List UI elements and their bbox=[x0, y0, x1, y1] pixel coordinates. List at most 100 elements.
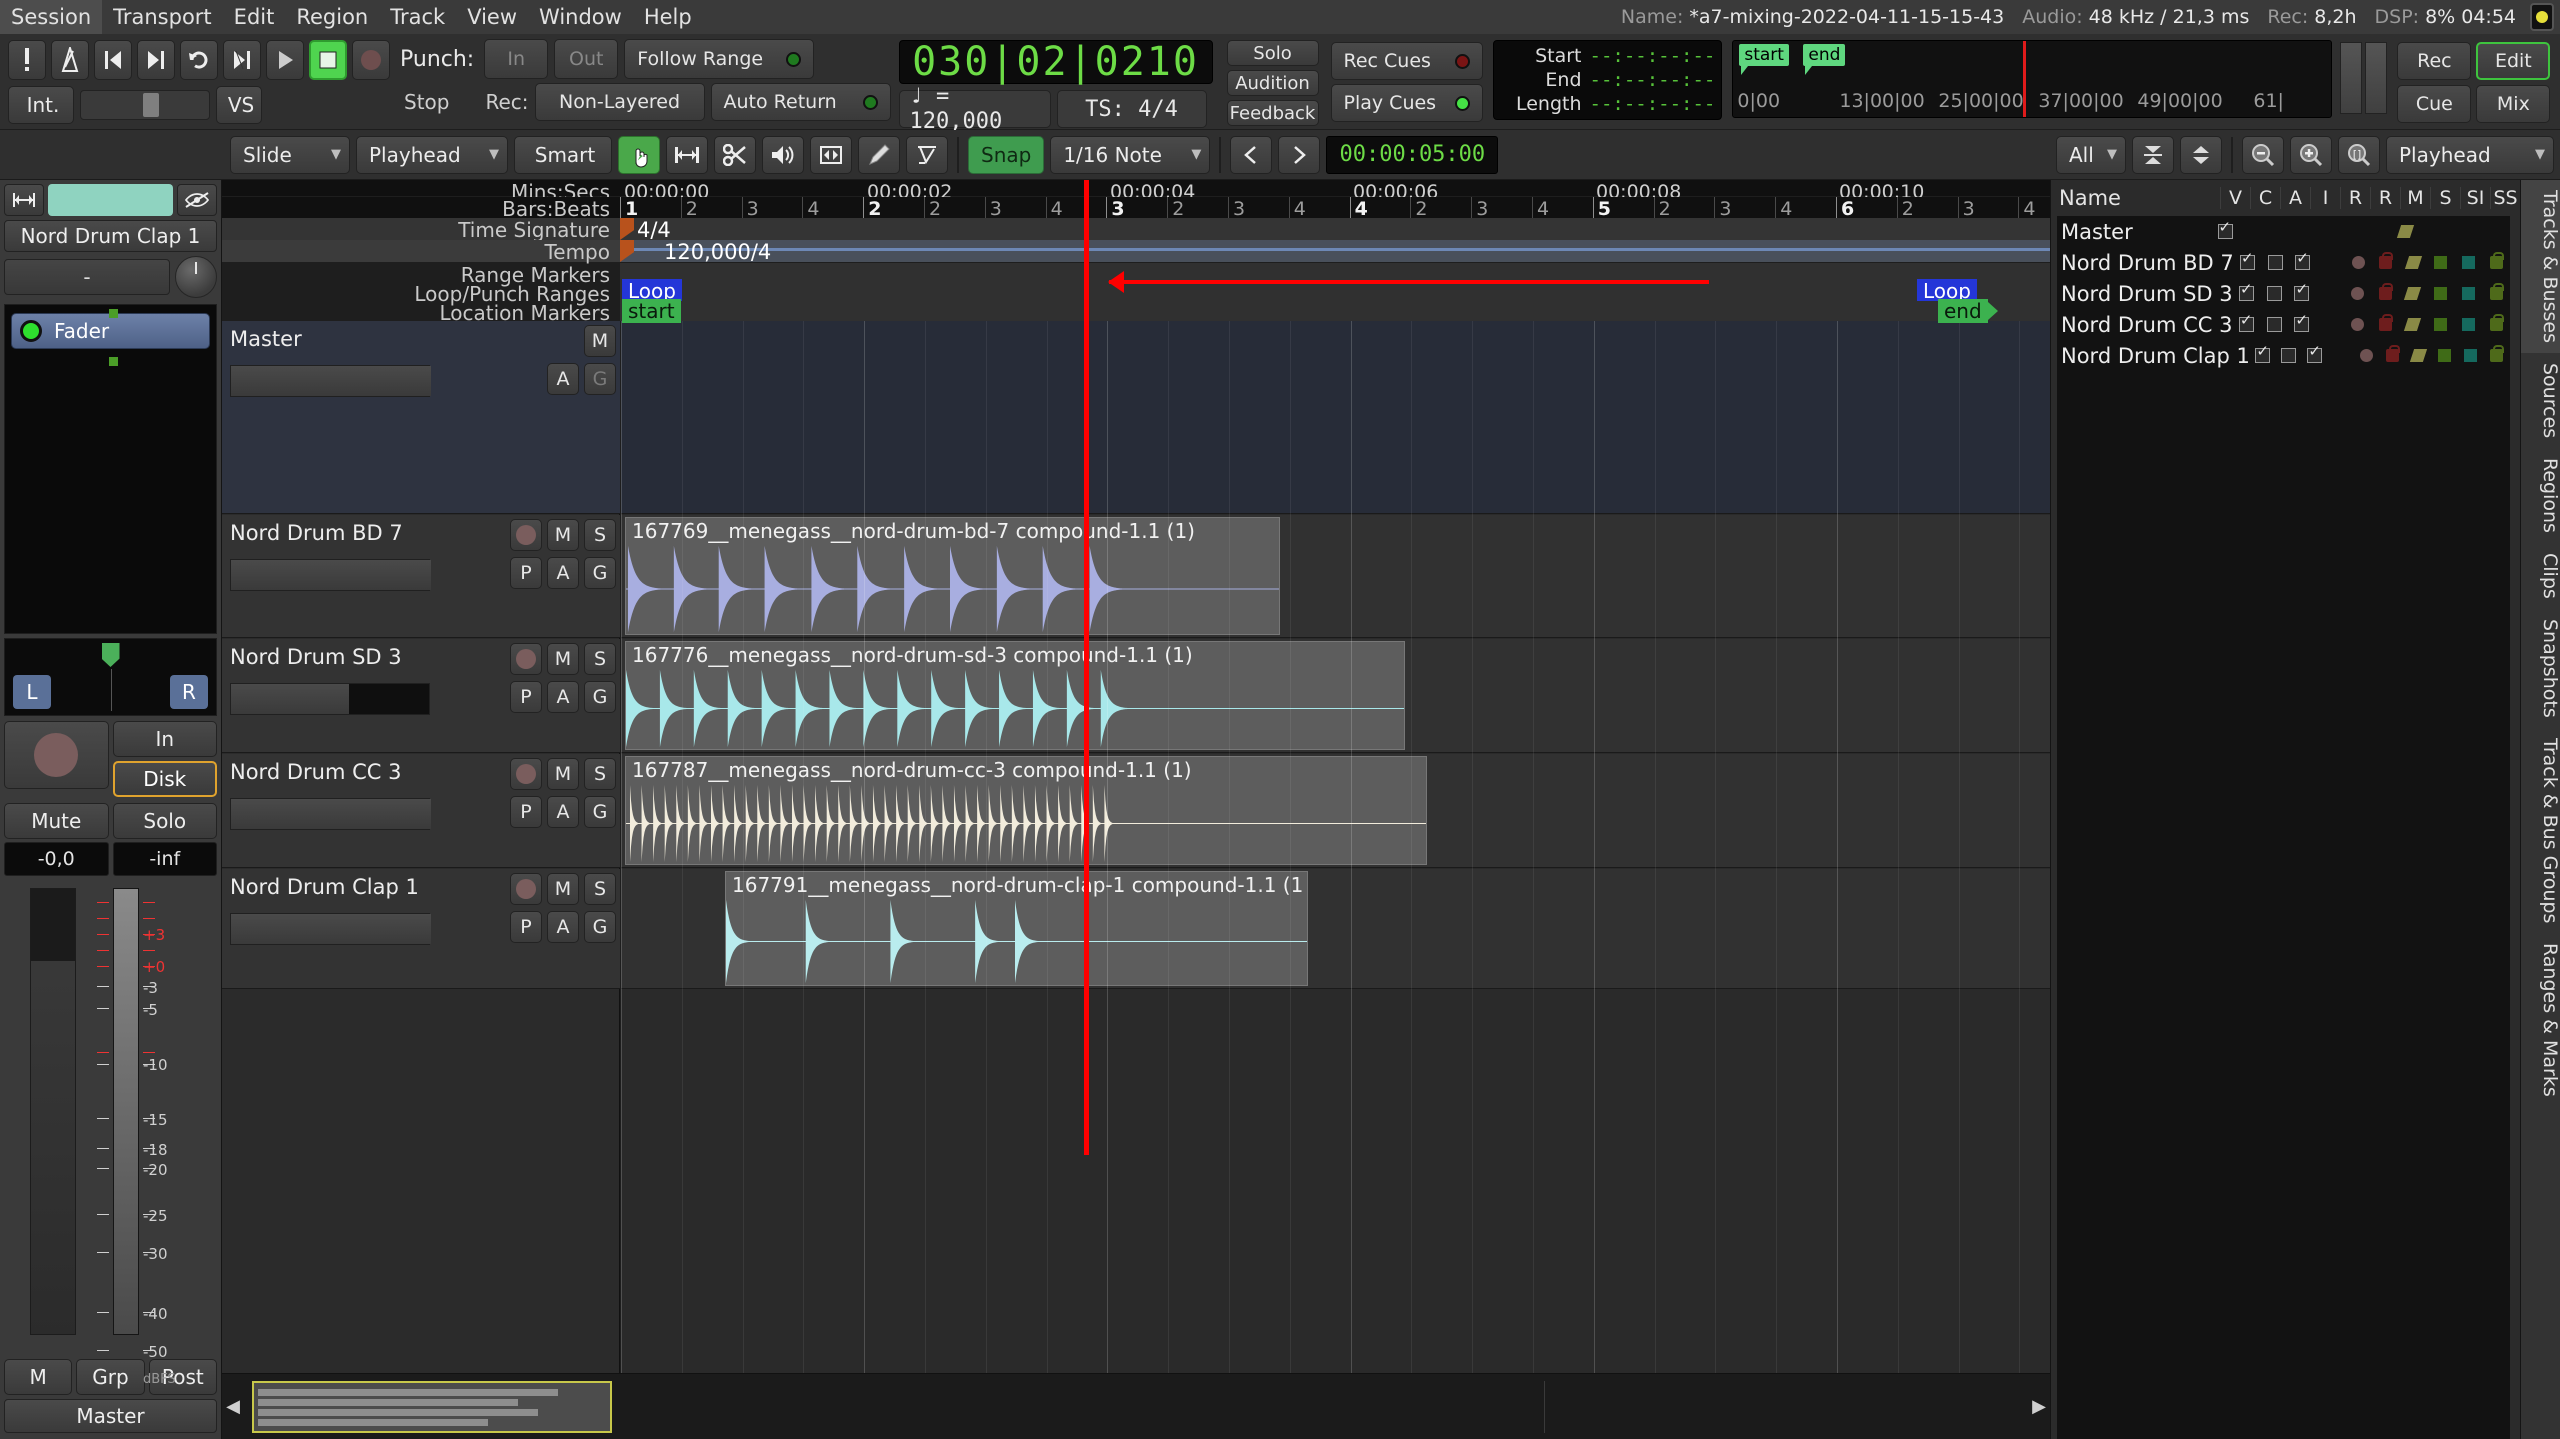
bd7-solo-button[interactable]: S bbox=[584, 519, 616, 551]
track-lane-cc3[interactable]: 167787__menegass__nord-drum-cc-3 compoun… bbox=[621, 754, 2050, 868]
snap-toggle-button[interactable]: Snap bbox=[968, 135, 1045, 174]
list-v-bd7[interactable] bbox=[2234, 249, 2262, 270]
track-color-swatch[interactable] bbox=[48, 184, 173, 216]
strip-group-button[interactable]: Grp bbox=[76, 1359, 145, 1395]
nudge-forward-icon[interactable] bbox=[1278, 135, 1321, 174]
list-si-bd7[interactable] bbox=[2455, 256, 2483, 269]
clap1-group-button[interactable]: G bbox=[584, 911, 616, 943]
list-v-cc3[interactable] bbox=[2232, 311, 2260, 332]
cc3-solo-button[interactable]: S bbox=[584, 758, 616, 790]
nudge-backward-icon[interactable] bbox=[1230, 135, 1273, 174]
track-header-clap1[interactable]: Nord Drum Clap 1 M S P A G bbox=[222, 869, 620, 989]
stretch-tool-icon[interactable] bbox=[810, 135, 852, 174]
strip-mute-button[interactable]: Mute bbox=[4, 803, 109, 839]
zoom-scope-selector[interactable]: All ▼ bbox=[2056, 135, 2126, 174]
region-clap1[interactable]: 167791__menegass__nord-drum-clap-1 compo… bbox=[725, 871, 1308, 986]
list-a-cc3[interactable] bbox=[2288, 311, 2316, 332]
strip-solo-button[interactable]: Solo bbox=[112, 803, 217, 839]
list-c-cc3[interactable] bbox=[2260, 317, 2288, 332]
list-row-name-sd3[interactable]: Nord Drum SD 3 bbox=[2061, 282, 2233, 306]
trim-knob[interactable] bbox=[175, 256, 217, 298]
grab-tool-icon[interactable] bbox=[618, 135, 660, 174]
feedback-indicator-button[interactable]: Feedback bbox=[1226, 100, 1319, 126]
ruler-tempo-track[interactable]: 120,000/4 bbox=[620, 240, 2050, 264]
zoom-focus-selector[interactable]: Playhead ▼ bbox=[2386, 135, 2554, 174]
rec-mode-button[interactable]: Non-Layered bbox=[534, 83, 705, 121]
zoom-to-session-icon[interactable]: [] bbox=[2338, 135, 2380, 174]
zoom-in-icon[interactable] bbox=[2290, 135, 2332, 174]
metronome-icon[interactable] bbox=[51, 40, 89, 80]
mini-marker-start[interactable]: start bbox=[1739, 44, 1789, 75]
follow-range-button[interactable]: Follow Range bbox=[624, 39, 815, 79]
list-s-sd3[interactable] bbox=[2427, 287, 2455, 300]
list-r1-clap1[interactable] bbox=[2354, 349, 2380, 362]
expand-tracks-icon[interactable] bbox=[2180, 135, 2222, 174]
cc3-record-arm-button[interactable] bbox=[510, 758, 542, 790]
list-a-bd7[interactable] bbox=[2289, 249, 2317, 270]
solo-indicator-button[interactable]: Solo bbox=[1226, 40, 1319, 66]
nudge-clock[interactable]: 00:00:05:00 bbox=[1326, 135, 1499, 174]
sd3-playlist-button[interactable]: P bbox=[510, 681, 542, 713]
track-lane-master[interactable] bbox=[621, 321, 2050, 514]
col-r2[interactable]: R bbox=[2370, 187, 2400, 209]
list-m-clap1[interactable] bbox=[2406, 349, 2432, 362]
strip-input-button[interactable]: - bbox=[4, 259, 170, 295]
audition-indicator-button[interactable]: Audition bbox=[1226, 70, 1319, 96]
menu-help[interactable]: Help bbox=[633, 0, 703, 34]
strip-peak-display[interactable]: -inf bbox=[112, 842, 217, 876]
tab-clips[interactable]: Clips bbox=[2521, 543, 2560, 609]
clap1-record-arm-button[interactable] bbox=[510, 873, 542, 905]
list-row-name-clap1[interactable]: Nord Drum Clap 1 bbox=[2061, 344, 2250, 368]
location-marker-end[interactable]: end bbox=[1938, 299, 1998, 323]
playhead-cursor[interactable] bbox=[1084, 180, 1089, 1155]
edit-mode-selector[interactable]: Slide ▼ bbox=[230, 135, 350, 174]
track-header-master[interactable]: Master M A G bbox=[222, 321, 620, 514]
bd7-group-button[interactable]: G bbox=[584, 557, 616, 589]
menu-window[interactable]: Window bbox=[528, 0, 633, 34]
strip-record-arm-button[interactable] bbox=[4, 721, 109, 789]
rec-cues-button[interactable]: Rec Cues bbox=[1330, 42, 1483, 80]
go-to-end-icon[interactable] bbox=[137, 40, 175, 80]
panner[interactable]: L R bbox=[4, 638, 217, 716]
punch-in-button[interactable]: In bbox=[484, 39, 549, 79]
shrink-tracks-icon[interactable] bbox=[2132, 135, 2174, 174]
sd3-solo-button[interactable]: S bbox=[584, 643, 616, 675]
menu-session[interactable]: Session bbox=[0, 0, 103, 34]
location-marker-start[interactable]: start bbox=[622, 299, 681, 323]
range-tool-icon[interactable] bbox=[666, 135, 708, 174]
region-bd7[interactable]: 167769__menegass__nord-drum-bd-7 compoun… bbox=[625, 517, 1280, 635]
master-automation-button[interactable]: A bbox=[547, 363, 579, 395]
ruler-barsbeats-track[interactable]: 123422343234423452346234723482349234 bbox=[620, 197, 2522, 220]
list-r2-cc3[interactable] bbox=[2371, 314, 2399, 331]
window-button-edit[interactable]: Edit bbox=[2476, 42, 2551, 80]
track-name-master[interactable]: Master bbox=[230, 327, 302, 351]
track-name-cc3[interactable]: Nord Drum CC 3 bbox=[230, 760, 401, 784]
sd3-automation-button[interactable]: A bbox=[547, 681, 579, 713]
cut-tool-icon[interactable] bbox=[714, 135, 756, 174]
menu-edit[interactable]: Edit bbox=[223, 0, 286, 34]
window-button-rec[interactable]: Rec bbox=[2397, 42, 2472, 80]
ruler-minsecs-track[interactable]: 00:00:00 00:00:02 00:00:04 00:00:06 00:0… bbox=[620, 180, 2368, 203]
audition-tool-icon[interactable] bbox=[762, 135, 804, 174]
error-log-icon[interactable] bbox=[8, 40, 46, 80]
stop-icon[interactable] bbox=[309, 40, 347, 80]
col-i[interactable]: I bbox=[2310, 187, 2340, 209]
cc3-gain-slider[interactable] bbox=[230, 798, 431, 830]
loop-icon[interactable] bbox=[180, 40, 218, 80]
primary-clock[interactable]: 030|02|0210 bbox=[898, 39, 1213, 85]
master-gain-slider[interactable] bbox=[230, 365, 431, 397]
tab-tracks-busses[interactable]: Tracks & Busses bbox=[2521, 180, 2560, 353]
record-icon[interactable] bbox=[352, 40, 390, 80]
track-header-sd3[interactable]: Nord Drum SD 3 M S P A G bbox=[222, 639, 620, 753]
location-markers-track[interactable]: start end bbox=[620, 299, 2050, 323]
list-s-clap1[interactable] bbox=[2432, 349, 2458, 362]
track-name-bd7[interactable]: Nord Drum BD 7 bbox=[230, 521, 403, 545]
list-ss-cc3[interactable] bbox=[2482, 314, 2510, 331]
col-ss[interactable]: SS bbox=[2490, 187, 2520, 209]
timesig-marker-icon[interactable] bbox=[620, 218, 634, 240]
tempo-button[interactable]: ♩ = 120,000 bbox=[898, 84, 1051, 134]
track-lane-bd7[interactable]: 167769__menegass__nord-drum-bd-7 compoun… bbox=[621, 515, 2050, 638]
region-cc3[interactable]: 167787__menegass__nord-drum-cc-3 compoun… bbox=[625, 756, 1427, 865]
window-button-mix[interactable]: Mix bbox=[2476, 85, 2551, 123]
list-m-cc3[interactable] bbox=[2399, 318, 2427, 331]
